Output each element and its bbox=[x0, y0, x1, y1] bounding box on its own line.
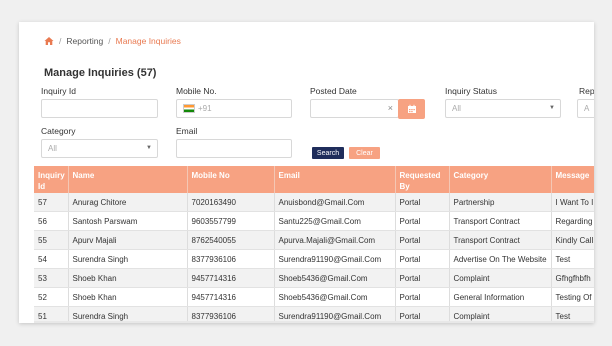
breadcrumb: / Reporting / Manage Inquiries bbox=[44, 36, 181, 46]
column-header-email[interactable]: Email bbox=[274, 166, 396, 193]
search-button[interactable]: Search bbox=[312, 147, 344, 159]
cell-inquiry-id: 56 bbox=[34, 211, 69, 231]
table-row[interactable]: 57 Anurag Chitore 7020163490 Anuisbond@Gmai… bbox=[34, 193, 594, 212]
cell-name: Shoeb Khan bbox=[68, 287, 188, 307]
cell-requested-by: Portal bbox=[395, 268, 450, 288]
column-header-category[interactable]: Category bbox=[449, 166, 552, 193]
cell-email: Anuisbond@Gmail.Com bbox=[274, 193, 396, 212]
table-row[interactable]: 53 Shoeb Khan 9457714316 Shoeb5436@Gmail.Co… bbox=[34, 268, 594, 288]
cell-requested-by: Portal bbox=[395, 287, 450, 307]
cell-inquiry-id: 55 bbox=[34, 230, 69, 250]
cell-requested-by: Portal bbox=[395, 249, 450, 269]
chevron-down-icon: ▼ bbox=[146, 145, 152, 151]
category-label: Category bbox=[41, 126, 76, 136]
cell-email: Shoeb5436@Gmail.Com bbox=[274, 287, 396, 307]
india-flag-icon bbox=[183, 104, 195, 113]
cell-name: Shoeb Khan bbox=[68, 268, 188, 288]
table-row[interactable]: 56 Santosh Parswam 9603557799 Santu225@Gmai… bbox=[34, 211, 594, 231]
cell-mobile: 9457714316 bbox=[187, 287, 275, 307]
inquiries-table-container: Inquiry Id Name Mobile No Email Requeste… bbox=[34, 166, 594, 323]
column-header-mobile[interactable]: Mobile No bbox=[187, 166, 275, 193]
cell-mobile: 9457714316 bbox=[187, 268, 275, 288]
cell-inquiry-id: 54 bbox=[34, 249, 69, 269]
cell-inquiry-id: 52 bbox=[34, 287, 69, 307]
table-header-row: Inquiry Id Name Mobile No Email Requeste… bbox=[34, 166, 594, 193]
inquiries-panel: / Reporting / Manage Inquiries Manage In… bbox=[19, 22, 594, 323]
cell-email: Surendra91190@Gmail.Com bbox=[274, 249, 396, 269]
table-row[interactable]: 54 Surendra Singh 8377936106 Surendra91190@… bbox=[34, 249, 594, 269]
cell-email: Santu225@Gmail.Com bbox=[274, 211, 396, 231]
cell-message: Gfhgfhbfh bbox=[551, 268, 594, 288]
cell-category: Advertise On The Website bbox=[449, 249, 552, 269]
cell-name: Surendra Singh bbox=[68, 249, 188, 269]
cell-category: Partnership bbox=[449, 193, 552, 212]
cell-inquiry-id: 53 bbox=[34, 268, 69, 288]
cell-email: Shoeb5436@Gmail.Com bbox=[274, 268, 396, 288]
cell-category: Complaint bbox=[449, 268, 552, 288]
page-title: Manage Inquiries (57) bbox=[44, 67, 157, 79]
inquiry-status-select[interactable]: All ▼ bbox=[445, 99, 561, 118]
column-header-name[interactable]: Name bbox=[68, 166, 188, 193]
cell-message: Regarding bbox=[551, 211, 594, 231]
rep-value: A bbox=[584, 104, 590, 113]
inquiries-table: Inquiry Id Name Mobile No Email Requeste… bbox=[34, 166, 594, 323]
cell-mobile: 9603557799 bbox=[187, 211, 275, 231]
breadcrumb-item-reporting[interactable]: Reporting bbox=[66, 36, 103, 46]
cell-requested-by: Portal bbox=[395, 211, 450, 231]
cell-name: Santosh Parswam bbox=[68, 211, 188, 231]
category-value: All bbox=[48, 144, 57, 153]
column-header-inquiry-id[interactable]: Inquiry Id bbox=[34, 166, 69, 193]
cell-requested-by: Portal bbox=[395, 193, 450, 212]
cell-requested-by: Portal bbox=[395, 230, 450, 250]
calendar-button[interactable] bbox=[398, 99, 425, 119]
cell-message: Kindly Call bbox=[551, 230, 594, 250]
breadcrumb-separator: / bbox=[59, 36, 62, 46]
chevron-down-icon: ▼ bbox=[549, 105, 555, 111]
inquiry-status-value: All bbox=[452, 104, 461, 113]
cell-category: Transport Contract bbox=[449, 211, 552, 231]
home-icon[interactable] bbox=[44, 36, 54, 46]
clear-date-icon[interactable]: × bbox=[388, 103, 393, 113]
mobile-label: Mobile No. bbox=[176, 86, 217, 96]
inquiry-status-label: Inquiry Status bbox=[445, 86, 497, 96]
table-body: 57 Anurag Chitore 7020163490 Anuisbond@Gmai… bbox=[34, 193, 594, 323]
cell-email: Apurva.Majali@Gmail.Com bbox=[274, 230, 396, 250]
calendar-icon bbox=[407, 104, 416, 113]
cell-message: Testing Of bbox=[551, 287, 594, 307]
posted-date-input[interactable]: × bbox=[310, 99, 399, 118]
breadcrumb-item-manage-inquiries: Manage Inquiries bbox=[115, 36, 181, 46]
cell-mobile: 8762540055 bbox=[187, 230, 275, 250]
breadcrumb-separator: / bbox=[108, 36, 111, 46]
email-input[interactable] bbox=[176, 139, 292, 158]
mobile-placeholder: +91 bbox=[198, 104, 212, 113]
rep-select[interactable]: A bbox=[577, 99, 594, 118]
column-header-message[interactable]: Message bbox=[551, 166, 594, 193]
cell-category: Transport Contract bbox=[449, 230, 552, 250]
inquiry-id-input[interactable] bbox=[41, 99, 158, 118]
clear-button[interactable]: Clear bbox=[349, 147, 380, 159]
category-select[interactable]: All ▼ bbox=[41, 139, 158, 158]
mobile-input[interactable]: +91 bbox=[176, 99, 292, 118]
cell-message: Test bbox=[551, 249, 594, 269]
column-header-requested-by[interactable]: Requested By bbox=[395, 166, 450, 193]
cell-mobile: 8377936106 bbox=[187, 249, 275, 269]
inquiry-id-label: Inquiry Id bbox=[41, 86, 76, 96]
horizontal-scrollbar[interactable] bbox=[34, 321, 594, 323]
table-row[interactable]: 52 Shoeb Khan 9457714316 Shoeb5436@Gmail.Co… bbox=[34, 287, 594, 307]
posted-date-label: Posted Date bbox=[310, 86, 357, 96]
email-label: Email bbox=[176, 126, 198, 136]
cell-mobile: 7020163490 bbox=[187, 193, 275, 212]
cell-name: Anurag Chitore bbox=[68, 193, 188, 212]
table-row[interactable]: 55 Apurv Majali 8762540055 Apurva.Majali@Gm… bbox=[34, 230, 594, 250]
cell-name: Apurv Majali bbox=[68, 230, 188, 250]
cell-inquiry-id: 57 bbox=[34, 193, 69, 212]
cell-message: I Want To I bbox=[551, 193, 594, 212]
rep-label: Rep bbox=[579, 86, 594, 96]
cell-category: General Information bbox=[449, 287, 552, 307]
